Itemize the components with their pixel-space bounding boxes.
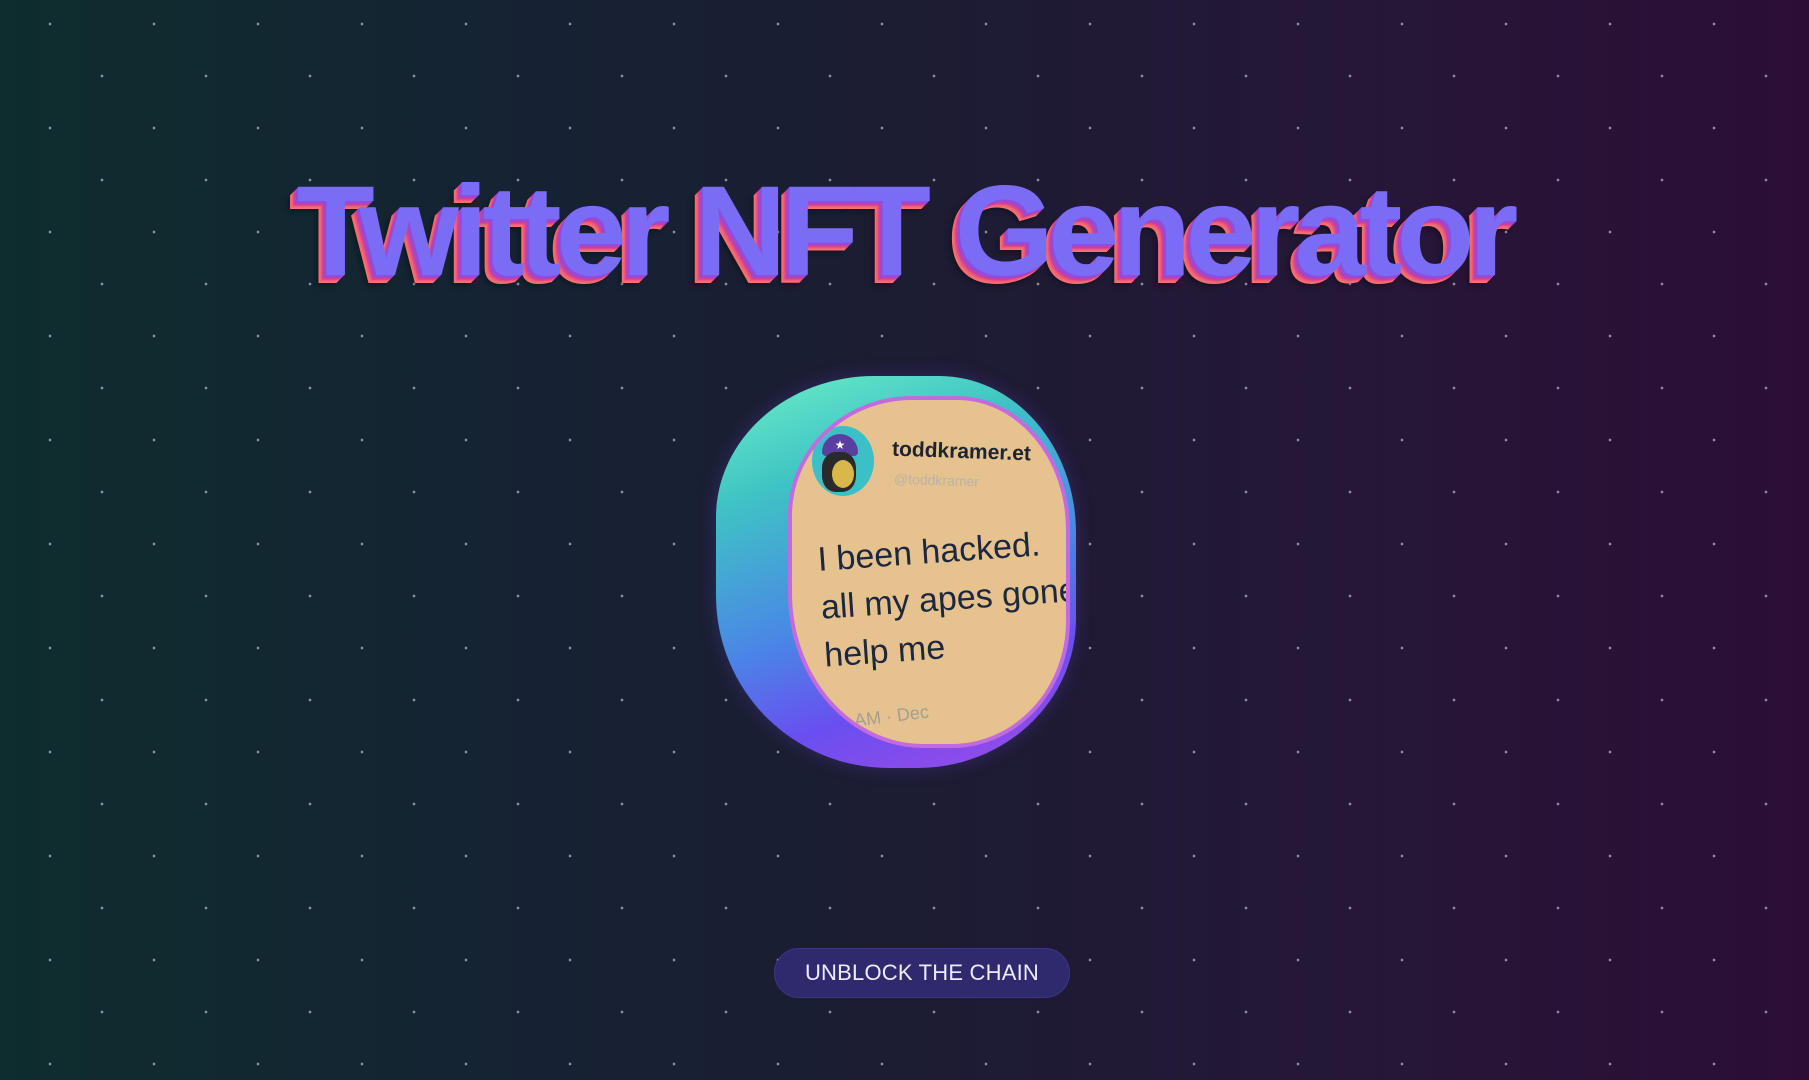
coin-face: ★ toddkramer.et @toddkramer I been hacke… (788, 396, 1070, 748)
tweet-text: I been hacked. all my apes gone. t help … (816, 516, 1066, 680)
tweet-handle: @toddkramer (893, 470, 980, 490)
unblock-the-chain-button[interactable]: UNBLOCK THE CHAIN (774, 948, 1070, 998)
page-title: Twitter NFT Generator (296, 160, 1519, 303)
nft-coin: ★ toddkramer.et @toddkramer I been hacke… (716, 376, 1076, 768)
tweet-display-name: toddkramer.et (891, 437, 1032, 466)
ape-snout (832, 460, 854, 488)
ape-avatar-icon: ★ (812, 426, 874, 496)
tweet-timestamp: AM · Dec (852, 701, 930, 731)
